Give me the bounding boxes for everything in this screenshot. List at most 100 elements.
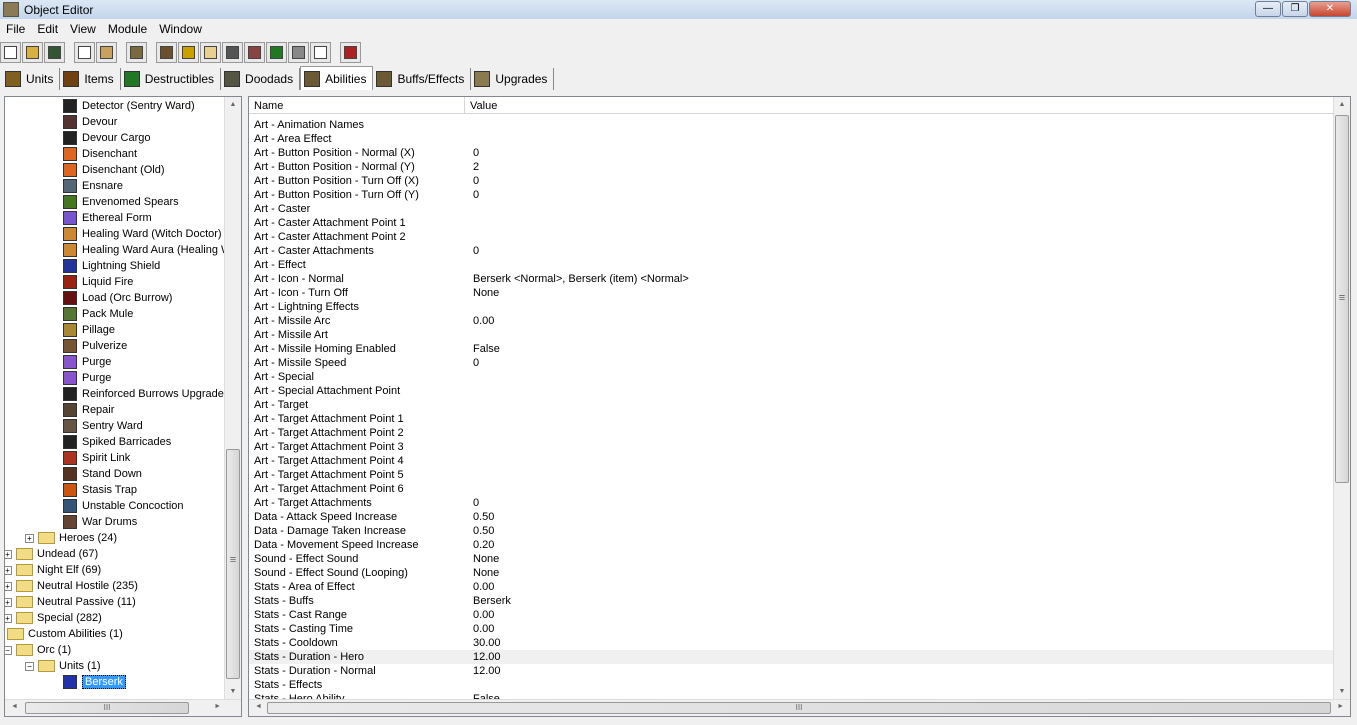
tree-item[interactable]: Devour Cargo — [63, 130, 150, 146]
table-row[interactable]: Stats - Casting Time 0.00 — [249, 622, 1334, 636]
expand-toggle[interactable]: + — [5, 565, 12, 575]
table-row[interactable]: Sound - Effect Sound (Looping) None — [249, 566, 1334, 580]
table-row[interactable]: Art - Special Attachment Point — [249, 384, 1334, 398]
table-row[interactable]: Art - Target Attachment Point 3 — [249, 440, 1334, 454]
tree-item[interactable]: Purge — [63, 370, 111, 386]
expand-toggle[interactable]: + — [5, 581, 12, 591]
properties-scroll-thumb[interactable]: ≡ — [1335, 115, 1349, 483]
table-row[interactable]: Sound - Effect Sound None — [249, 552, 1334, 566]
tree-item[interactable]: Unstable Concoction — [63, 498, 184, 514]
properties-h-scroll-thumb[interactable]: III — [267, 702, 1331, 714]
tree-item[interactable]: + Undead (67) — [5, 546, 98, 562]
properties-list[interactable]: Art - Animation Names Art - Area Effect Ar… — [249, 118, 1334, 700]
table-row[interactable]: Art - Icon - Normal Berserk <Normal>, Ber… — [249, 272, 1334, 286]
tree-item[interactable]: + Heroes (24) — [25, 530, 117, 546]
tab-upgrades[interactable]: Upgrades — [471, 68, 555, 90]
unit-button[interactable] — [222, 42, 243, 63]
tab-items[interactable]: Items — [60, 68, 121, 90]
table-row[interactable]: Art - Caster Attachment Point 2 — [249, 230, 1334, 244]
tree-item[interactable]: Lightning Shield — [63, 258, 160, 274]
table-row[interactable]: Art - Icon - Turn Off None — [249, 286, 1334, 300]
expand-toggle[interactable]: + — [5, 597, 12, 607]
menu-view[interactable]: View — [64, 22, 102, 36]
expand-toggle[interactable]: − — [25, 661, 34, 671]
tree-item[interactable]: + Night Elf (69) — [5, 562, 101, 578]
tree-item[interactable]: Devour — [63, 114, 117, 130]
tree-h-scroll-thumb[interactable]: III — [25, 702, 189, 714]
table-row[interactable]: Art - Caster Attachment Point 1 — [249, 216, 1334, 230]
tree-item[interactable]: Liquid Fire — [63, 274, 133, 290]
tree-item[interactable]: − Units (1) — [25, 658, 101, 674]
table-row[interactable]: Stats - Buffs Berserk — [249, 594, 1334, 608]
expand-toggle[interactable]: + — [5, 613, 12, 623]
table-row[interactable]: Art - Target Attachment Point 2 — [249, 426, 1334, 440]
tree-item[interactable]: Detector (Sentry Ward) — [63, 98, 195, 114]
scroll-right-arrow[interactable]: ► — [1337, 703, 1344, 710]
table-row[interactable]: Art - Target Attachment Point 5 — [249, 468, 1334, 482]
tree-item[interactable]: + Neutral Hostile (235) — [5, 578, 138, 594]
maximize-button[interactable]: ❐ — [1282, 1, 1308, 17]
script-button[interactable] — [266, 42, 287, 63]
tab-destructibles[interactable]: Destructibles — [121, 68, 222, 90]
copy-button[interactable] — [74, 42, 95, 63]
tree-item[interactable]: War Drums — [63, 514, 137, 530]
new-button[interactable] — [0, 42, 21, 63]
tree-scroll-thumb[interactable]: ≡ — [226, 449, 240, 679]
table-row[interactable]: Stats - Duration - Normal 12.00 — [249, 664, 1334, 678]
tree-item[interactable]: Stand Down — [63, 466, 142, 482]
table-row[interactable]: Data - Movement Speed Increase 0.20 — [249, 538, 1334, 552]
save-button[interactable] — [44, 42, 65, 63]
table-row[interactable]: Art - Special — [249, 370, 1334, 384]
doodad-button[interactable] — [244, 42, 265, 63]
import-button[interactable] — [310, 42, 331, 63]
minimize-button[interactable]: — — [1255, 1, 1281, 17]
tree-item[interactable]: + Neutral Passive (11) — [5, 594, 136, 610]
tree-item[interactable]: Load (Orc Burrow) — [63, 290, 172, 306]
table-row[interactable]: Stats - Duration - Hero 12.00 — [249, 650, 1334, 664]
tree-item[interactable]: Spiked Barricades — [63, 434, 171, 450]
scroll-up-arrow[interactable]: ▲ — [225, 101, 241, 108]
abilities-button[interactable] — [126, 42, 147, 63]
tree-item[interactable]: Pack Mule — [63, 306, 133, 322]
tree-item[interactable]: Healing Ward (Witch Doctor) — [63, 226, 222, 242]
tab-units[interactable]: Units — [2, 68, 61, 90]
tree-item[interactable]: Ethereal Form — [63, 210, 152, 226]
table-row[interactable]: Art - Button Position - Turn Off (Y) 0 — [249, 188, 1334, 202]
menu-edit[interactable]: Edit — [31, 22, 64, 36]
open-button[interactable] — [22, 42, 43, 63]
table-row[interactable]: Art - Target Attachment Point 4 — [249, 454, 1334, 468]
table-row[interactable]: Art - Missile Art — [249, 328, 1334, 342]
tree-item[interactable]: Repair — [63, 402, 114, 418]
table-row[interactable]: Art - Caster — [249, 202, 1334, 216]
tree-item[interactable]: Disenchant (Old) — [63, 162, 165, 178]
properties-vertical-scrollbar[interactable]: ▲ ≡ ▼ — [1333, 97, 1350, 699]
table-row[interactable]: Art - Target Attachment Point 6 — [249, 482, 1334, 496]
tree-item[interactable]: + Special (282) — [5, 610, 102, 626]
tree-item[interactable]: Reinforced Burrows Upgrade — [63, 386, 224, 402]
menu-module[interactable]: Module — [102, 22, 153, 36]
tree-item[interactable]: Sentry Ward — [63, 418, 143, 434]
table-row[interactable]: Data - Damage Taken Increase 0.50 — [249, 524, 1334, 538]
scroll-down-arrow[interactable]: ▼ — [1334, 688, 1350, 695]
tab-abilities[interactable]: Abilities — [300, 66, 374, 90]
tab-doodads[interactable]: Doodads — [221, 68, 301, 90]
column-header-name[interactable]: Name — [249, 97, 465, 113]
table-row[interactable]: Stats - Cast Range 0.00 — [249, 608, 1334, 622]
tree-item[interactable]: Pillage — [63, 322, 115, 338]
table-row[interactable]: Art - Target Attachment Point 1 — [249, 412, 1334, 426]
scroll-down-arrow[interactable]: ▼ — [225, 688, 241, 695]
tree-item[interactable]: Custom Abilities (1) — [7, 626, 123, 642]
table-row[interactable]: Stats - Effects — [249, 678, 1334, 692]
properties-horizontal-scrollbar[interactable]: ◄ III ► — [249, 699, 1350, 716]
scroll-up-arrow[interactable]: ▲ — [1334, 101, 1350, 108]
table-row[interactable]: Art - Button Position - Normal (Y) 2 — [249, 160, 1334, 174]
table-row[interactable]: Stats - Area of Effect 0.00 — [249, 580, 1334, 594]
table-row[interactable]: Art - Target — [249, 398, 1334, 412]
table-row[interactable]: Art - Animation Names — [249, 118, 1334, 132]
menu-window[interactable]: Window — [153, 22, 208, 36]
tree-item[interactable]: − Orc (1) — [5, 642, 71, 658]
table-row[interactable]: Art - Lightning Effects — [249, 300, 1334, 314]
expand-toggle[interactable]: + — [5, 549, 12, 559]
test-button[interactable] — [340, 42, 361, 63]
scroll-right-arrow[interactable]: ► — [214, 703, 221, 710]
